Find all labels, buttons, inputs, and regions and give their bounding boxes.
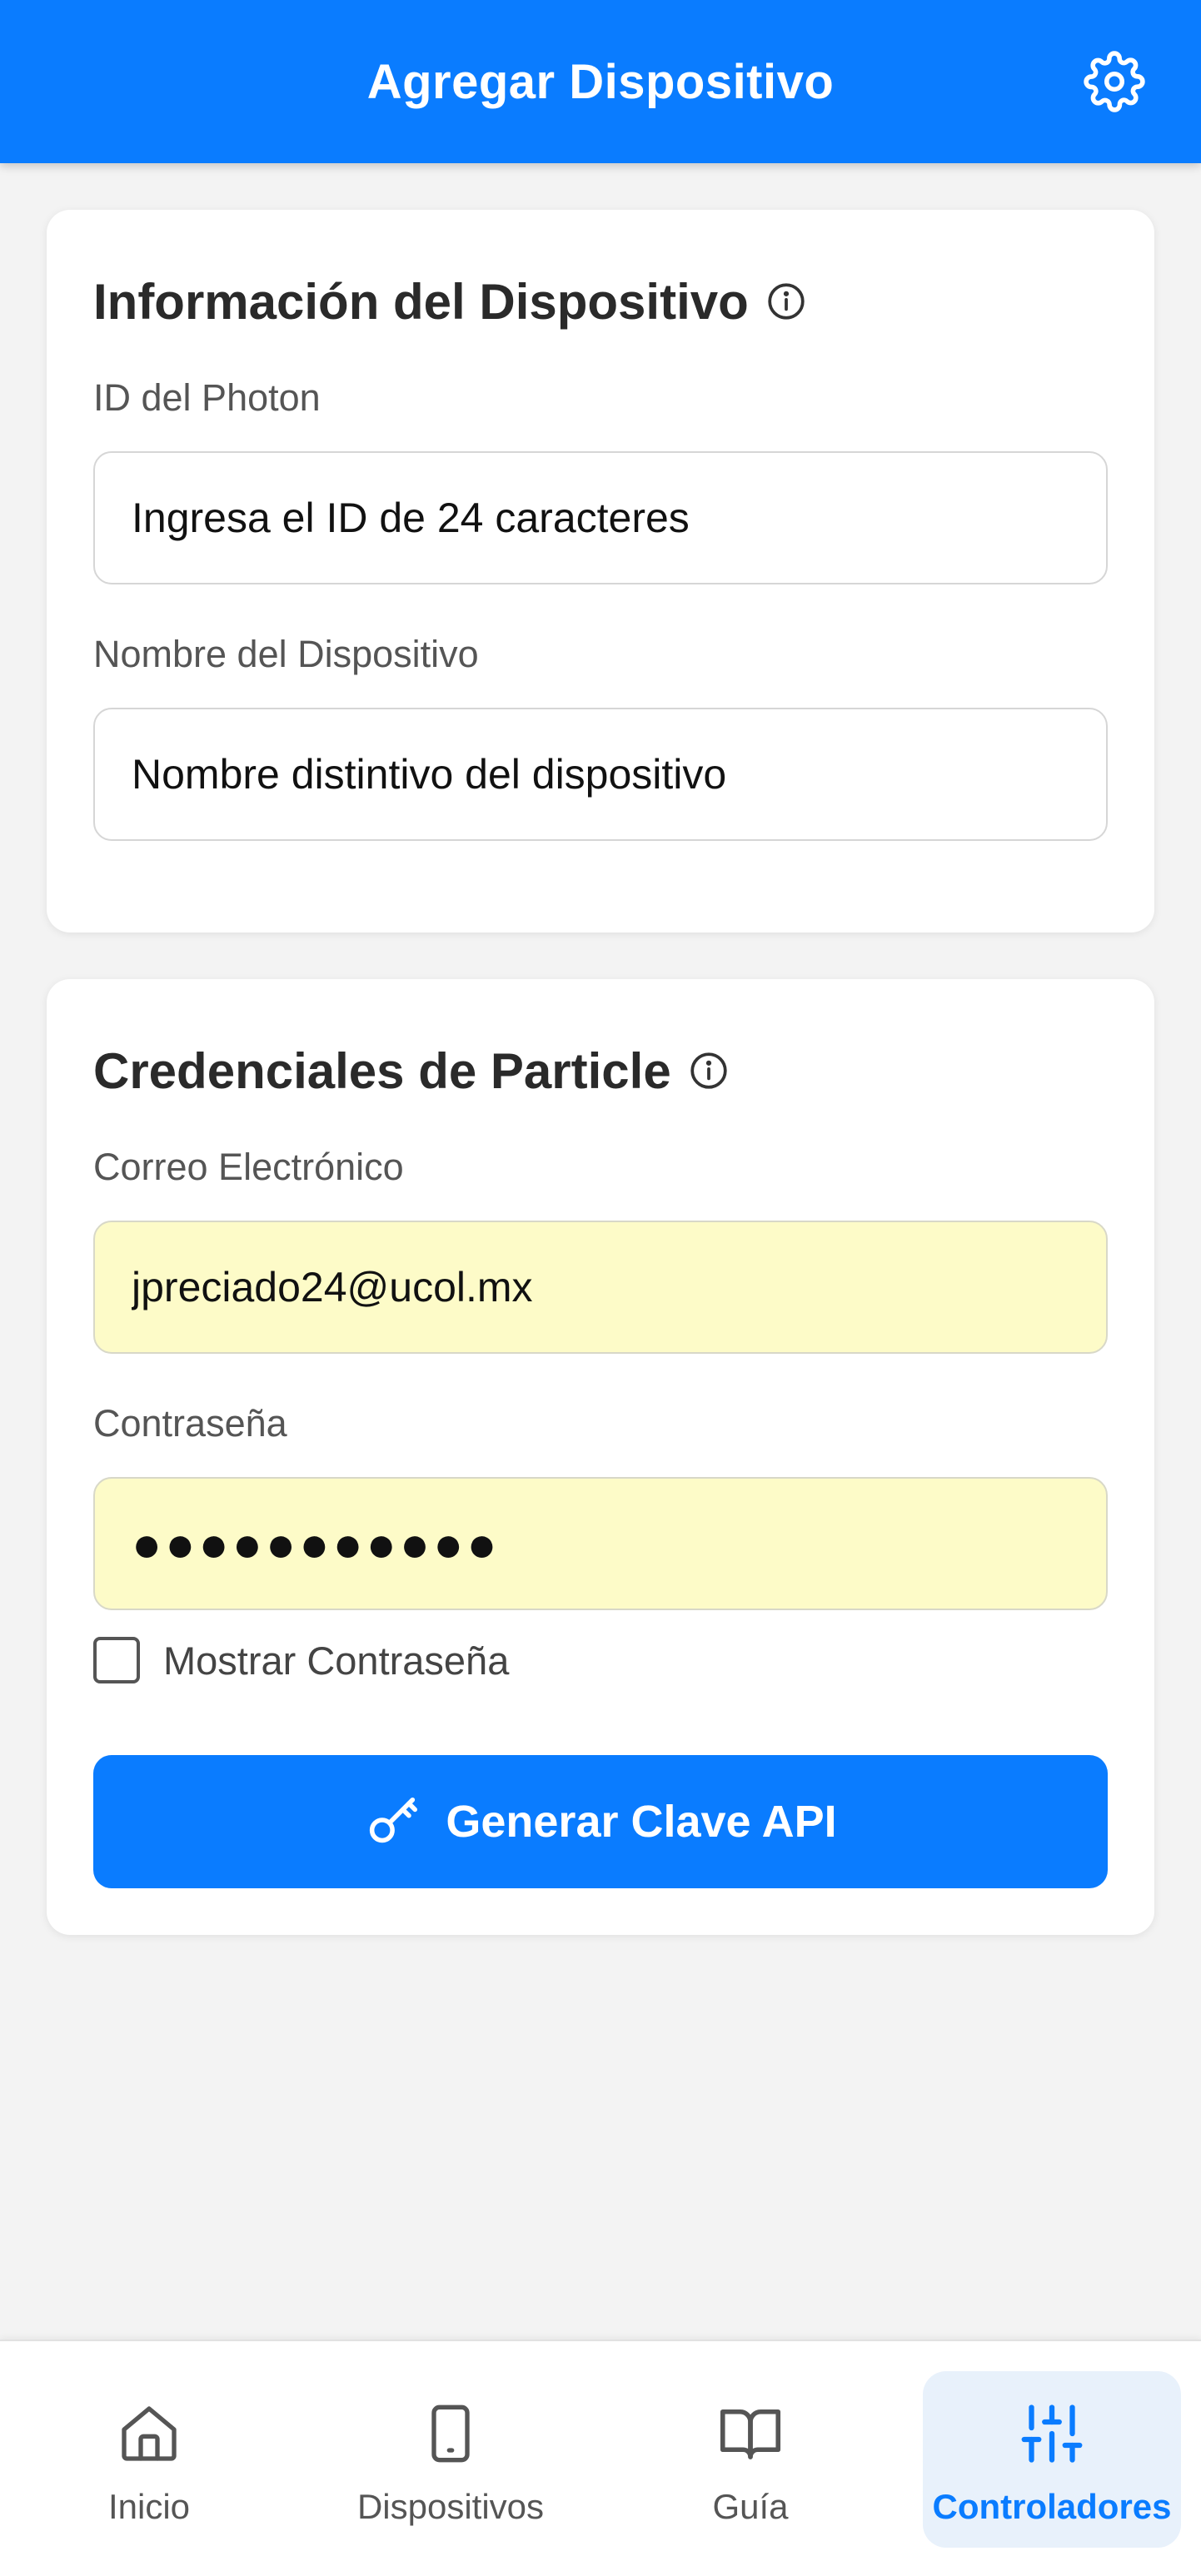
settings-button[interactable] — [1081, 48, 1148, 115]
show-password-row[interactable]: Mostrar Contraseña — [93, 1637, 509, 1683]
nav-label-inicio: Inicio — [107, 2487, 191, 2526]
credentials-title-text: Credenciales de Particle — [93, 1042, 671, 1099]
nav-label-controladores: Controladores — [932, 2487, 1172, 2526]
gear-icon — [1084, 51, 1145, 112]
bottom-navigation: Inicio Dispositivos Guía Controladores — [0, 2340, 1201, 2576]
photon-id-label: ID del Photon — [93, 376, 321, 419]
nav-item-inicio[interactable]: Inicio — [20, 2371, 278, 2548]
generate-api-key-label: Generar Clave API — [446, 1797, 837, 1847]
password-field[interactable]: ●●●●●●●●●●● — [93, 1477, 1108, 1610]
phone-icon — [417, 2392, 484, 2475]
show-password-checkbox[interactable] — [93, 1637, 140, 1683]
nav-item-controladores[interactable]: Controladores — [923, 2371, 1181, 2548]
nav-item-dispositivos[interactable]: Dispositivos — [321, 2371, 580, 2548]
book-icon — [715, 2392, 785, 2475]
top-app-bar: Agregar Dispositivo — [0, 0, 1201, 163]
credentials-title: Credenciales de Particle — [93, 1029, 730, 1112]
sliders-icon — [1017, 2392, 1087, 2475]
password-masked-value: ●●●●●●●●●●● — [132, 1515, 501, 1572]
nav-item-guia[interactable]: Guía — [621, 2371, 880, 2548]
device-info-card: Información del Dispositivo ID del Photo… — [47, 210, 1154, 932]
page-title: Agregar Dispositivo — [366, 54, 835, 109]
credentials-card: Credenciales de Particle Correo Electrón… — [47, 979, 1154, 1935]
show-password-label: Mostrar Contraseña — [163, 1638, 510, 1683]
device-name-label: Nombre del Dispositivo — [93, 633, 479, 675]
nav-label-guia: Guía — [712, 2487, 789, 2526]
nav-label-dispositivos: Dispositivos — [356, 2487, 545, 2526]
generate-api-key-button[interactable]: Generar Clave API — [93, 1755, 1108, 1888]
key-icon — [364, 1793, 422, 1851]
device-info-title: Información del Dispositivo — [93, 260, 807, 343]
info-icon[interactable] — [765, 281, 807, 322]
photon-id-input[interactable] — [93, 451, 1108, 584]
password-label: Contraseña — [93, 1402, 287, 1445]
home-icon — [116, 2392, 182, 2475]
device-info-title-text: Información del Dispositivo — [93, 273, 749, 330]
email-field[interactable] — [93, 1221, 1108, 1354]
app-screen: Agregar Dispositivo Información del Disp… — [0, 0, 1201, 2576]
device-name-input[interactable] — [93, 708, 1108, 841]
info-icon[interactable] — [688, 1050, 730, 1092]
email-label: Correo Electrónico — [93, 1146, 404, 1188]
